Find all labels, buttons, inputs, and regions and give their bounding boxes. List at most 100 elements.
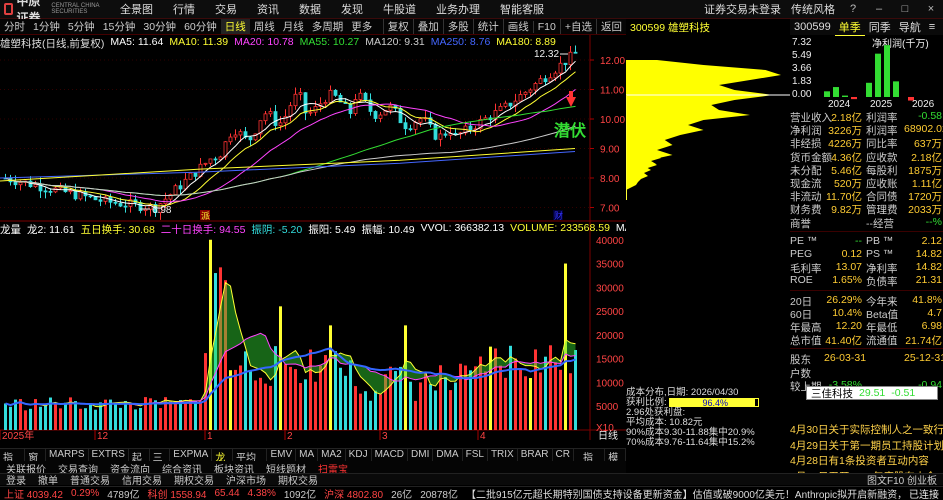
indicator-tab-11[interactable]: MA2 bbox=[318, 449, 346, 461]
news-ticker[interactable]: 【二批915亿元超长期特别国债支持设备更新资金】估值或破9000亿美元！Anth… bbox=[462, 487, 905, 500]
indicator-tab-12[interactable]: KDJ bbox=[346, 449, 372, 461]
candle-body bbox=[568, 51, 573, 66]
index-quote[interactable]: 4.38% bbox=[244, 488, 280, 499]
taskbar-item-0[interactable]: 登录 bbox=[0, 472, 32, 487]
toolbar-button-4[interactable]: 画线 bbox=[502, 19, 533, 34]
index-quote[interactable]: 20878亿 bbox=[416, 487, 462, 500]
chip-distribution-chart[interactable] bbox=[626, 35, 790, 388]
period-tab-8[interactable]: 月线 bbox=[279, 19, 308, 34]
news-item[interactable]: 4月28日有1条投资者互动内容 bbox=[790, 453, 943, 468]
tab-navigation[interactable]: 导航 bbox=[895, 19, 925, 35]
period-tab-6[interactable]: 日线 bbox=[220, 19, 250, 34]
candle-body bbox=[33, 184, 38, 188]
candle-body bbox=[508, 102, 513, 107]
toolbar-button-0[interactable]: 复权 bbox=[382, 19, 413, 34]
news-item[interactable]: 4月29日关于第一期员工持股计划... bbox=[790, 438, 943, 453]
toolbar-button-5[interactable]: F10 bbox=[532, 20, 560, 33]
style-switch[interactable]: 传统风格 bbox=[791, 1, 835, 17]
perf-value-2: 4.7 bbox=[927, 306, 942, 319]
menu-item-7[interactable]: 业务办理 bbox=[426, 1, 490, 17]
indicator-tab-14[interactable]: DMI bbox=[408, 449, 434, 461]
indicator-tab-right-0[interactable]: 指标B bbox=[580, 449, 606, 479]
indicator-tab-6[interactable]: EXPMA bbox=[170, 449, 213, 461]
taskbar-f10[interactable]: 图文F10 创业板 bbox=[861, 472, 943, 487]
fundamentals-label: 货币金额 bbox=[790, 151, 832, 164]
index-quote[interactable]: 1092亿 bbox=[280, 487, 320, 500]
menu-item-8[interactable]: 智能客服 bbox=[490, 1, 554, 17]
indicator-tab-1[interactable]: 窗口 bbox=[25, 449, 46, 479]
panel-collapse-icon[interactable]: ≡ bbox=[925, 21, 939, 33]
indicator-tab-5[interactable]: 三线 bbox=[150, 449, 171, 479]
indicator-tab-15[interactable]: DMA bbox=[433, 449, 463, 461]
kline-chart[interactable]: 12.00 11.00 10.00 9.00 8.00 7.00 12.32 6.98 派 财 潜伏… bbox=[0, 35, 626, 440]
menu-item-1[interactable]: 行情 bbox=[163, 1, 205, 17]
indicator-tab-8[interactable]: 平均成本 bbox=[233, 449, 268, 479]
index-quote[interactable]: 65.44 bbox=[210, 488, 243, 499]
indicator-tab-7[interactable]: 龙量 bbox=[212, 449, 234, 479]
minimize-icon[interactable]: – bbox=[871, 3, 887, 15]
period-tab-10[interactable]: 更多 bbox=[347, 19, 376, 34]
trade-login-status[interactable]: 证券交易未登录 bbox=[704, 1, 781, 17]
period-tab-9[interactable]: 多周期 bbox=[308, 19, 348, 34]
period-tab-4[interactable]: 30分钟 bbox=[139, 19, 180, 34]
index-quote[interactable]: 4789亿 bbox=[103, 487, 143, 500]
indicator-tab-10[interactable]: MA bbox=[296, 449, 319, 461]
taskbar-item-2[interactable]: 普通交易 bbox=[64, 472, 116, 487]
taskbar-item-1[interactable]: 撤单 bbox=[32, 472, 64, 487]
event-marker-dividend-text: 派 bbox=[201, 211, 210, 221]
period-tab-2[interactable]: 5分钟 bbox=[64, 19, 99, 34]
indicator-tab-18[interactable]: BRAR bbox=[518, 449, 553, 461]
toolbar-button-2[interactable]: 多股 bbox=[442, 19, 473, 34]
index-quote[interactable]: 沪深 4802.80 bbox=[320, 487, 387, 500]
maximize-icon[interactable]: □ bbox=[897, 3, 913, 15]
tab-single-quarter[interactable]: 单季 bbox=[834, 19, 865, 36]
indicator-tab-9[interactable]: EMV bbox=[267, 449, 297, 461]
indicator-tab-0[interactable]: 指标A bbox=[0, 449, 26, 479]
index-quote[interactable]: 26亿 bbox=[387, 487, 416, 500]
period-tab-3[interactable]: 15分钟 bbox=[99, 19, 140, 34]
menu-item-3[interactable]: 资讯 bbox=[247, 1, 289, 17]
indicator-tab-2[interactable]: MARPS bbox=[46, 449, 89, 461]
vol-axis-label: 30000 bbox=[596, 283, 624, 294]
candle-body bbox=[533, 83, 538, 91]
indicator-tab-16[interactable]: FSL bbox=[463, 449, 488, 461]
menu-item-4[interactable]: 数据 bbox=[289, 1, 331, 17]
candle-body bbox=[233, 134, 238, 138]
period-tab-0[interactable]: 分时 bbox=[0, 19, 29, 34]
index-quote[interactable]: 0.29% bbox=[67, 488, 103, 499]
stock-hover-tip[interactable]: 三佳科技 29.51 -0.51 bbox=[806, 386, 938, 400]
indicator-tab-4[interactable]: 起爆 bbox=[129, 449, 150, 479]
indicator-tab-13[interactable]: MACD bbox=[372, 449, 409, 461]
period-tab-7[interactable]: 周线 bbox=[250, 19, 279, 34]
taskbar-item-4[interactable]: 期权交易 bbox=[168, 472, 220, 487]
fundamentals-label: 净利润 bbox=[790, 125, 822, 138]
taskbar-item-3[interactable]: 信用交易 bbox=[116, 472, 168, 487]
index-quote[interactable]: 上证 4039.42 bbox=[0, 487, 67, 500]
volume-bar bbox=[19, 399, 22, 430]
toolbar-button-7[interactable]: 返回 bbox=[596, 19, 626, 34]
toolbar-button-6[interactable]: +自选 bbox=[559, 19, 596, 34]
time-axis-label: 2025年 bbox=[2, 429, 34, 440]
profit-bar bbox=[884, 45, 890, 97]
taskbar-item-6[interactable]: 期权交易 bbox=[272, 472, 324, 487]
menu-item-2[interactable]: 交易 bbox=[205, 1, 247, 17]
menu-item-5[interactable]: 发现 bbox=[331, 1, 373, 17]
period-tab-1[interactable]: 1分钟 bbox=[29, 19, 64, 34]
indicator-tab-3[interactable]: EXTRS bbox=[89, 449, 129, 461]
indicator-tab-right-1[interactable]: 模板 bbox=[605, 449, 626, 479]
index-quote[interactable]: 科创 1558.94 bbox=[144, 487, 211, 500]
tab-same-quarter[interactable]: 同季 bbox=[865, 19, 895, 35]
menu-item-0[interactable]: 全景图 bbox=[110, 1, 163, 17]
period-tab-5[interactable]: 60分钟 bbox=[180, 19, 221, 34]
toolbar-button-3[interactable]: 统计 bbox=[472, 19, 503, 34]
indicator-tab-17[interactable]: TRIX bbox=[488, 449, 518, 461]
help-icon[interactable]: ? bbox=[845, 3, 861, 15]
menu-item-6[interactable]: 牛股道 bbox=[373, 1, 426, 17]
taskbar-item-5[interactable]: 沪深市场 bbox=[220, 472, 272, 487]
close-icon[interactable]: × bbox=[923, 3, 939, 15]
candle-body bbox=[68, 190, 73, 193]
indicator-tab-19[interactable]: CR bbox=[553, 449, 574, 461]
news-item[interactable]: 4月30日关于实际控制人之一致行... bbox=[790, 422, 943, 437]
toolbar-button-1[interactable]: 叠加 bbox=[412, 19, 443, 34]
profit-year-label: 2025 bbox=[870, 99, 893, 110]
